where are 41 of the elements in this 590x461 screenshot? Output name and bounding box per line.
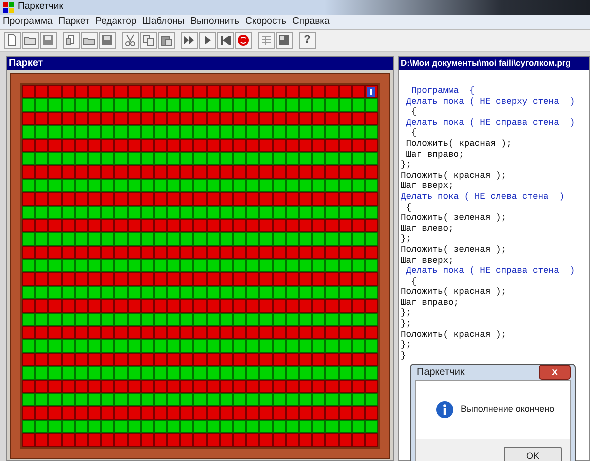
code-line: Шаг вверх; <box>401 181 455 192</box>
window-title: Паркетчик <box>18 0 64 14</box>
code-line: }; <box>401 234 413 245</box>
menu-item[interactable]: Выполнить <box>190 14 240 30</box>
code-line: Положить( зеленая ); <box>401 244 508 256</box>
ok-button[interactable]: OK <box>504 447 562 461</box>
code-line: Делать пока ( НЕ сверху стена ) <box>405 96 576 108</box>
help-button[interactable]: ? <box>299 32 316 49</box>
code-line: { <box>410 276 418 288</box>
code-line: Положить( красная ); <box>405 138 513 150</box>
menu-item[interactable]: Скорость <box>245 14 286 30</box>
code-line: { <box>405 202 413 214</box>
menu-item[interactable]: Программа <box>3 14 53 30</box>
code-line: Положить( красная ); <box>401 330 508 340</box>
menu-item[interactable]: Шаблоны <box>142 14 185 30</box>
code-line: Шаг вправо; <box>401 298 460 308</box>
code-line: Делать пока ( НЕ справа стена ) <box>405 118 576 128</box>
code-line: { <box>410 128 418 139</box>
code-line: Шаг вправо; <box>405 150 466 160</box>
code-line: Делать пока ( НЕ слева стена ) <box>401 192 566 203</box>
code-line: }; <box>401 340 413 351</box>
menu-item[interactable]: Редактор <box>96 14 137 30</box>
menu-item[interactable]: Справка <box>292 14 330 30</box>
code-line: }; <box>401 160 413 171</box>
code-line: Шаг влево; <box>401 224 455 234</box>
panel-title: D:\Мои документы\moi faili\суголком.prg <box>399 57 589 70</box>
code-line: } <box>401 350 408 362</box>
code-line: Положить( красная ); <box>401 287 508 298</box>
code-line: Шаг вверх; <box>401 256 455 266</box>
code-line: }; <box>401 308 413 320</box>
panel-title: Паркет <box>7 57 393 70</box>
code-line: Программа { <box>410 86 476 97</box>
dialog-title: Паркетчик <box>416 366 465 380</box>
code-line: }; <box>401 319 413 330</box>
close-button[interactable]: x <box>539 365 571 380</box>
code-line: { <box>410 107 418 118</box>
menu-item[interactable]: Паркет <box>58 14 90 30</box>
code-line: Положить( зеленая ); <box>401 213 508 224</box>
code-line: Делать пока ( НЕ справа стена ) <box>405 266 576 277</box>
dialog-message: Выполнение окончено <box>461 403 555 416</box>
code-line: Положить( красная ); <box>401 170 508 182</box>
